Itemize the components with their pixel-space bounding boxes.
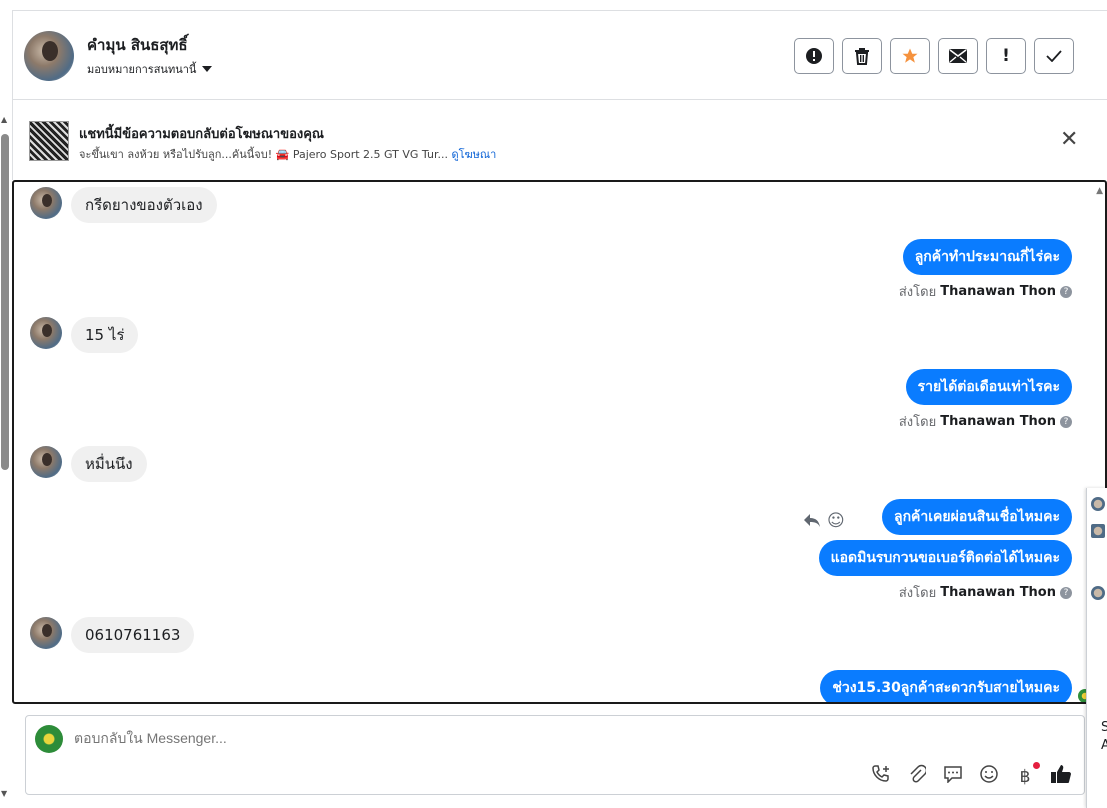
follow-up-button[interactable]: ! [986,38,1026,74]
checkmark-icon [1046,50,1062,62]
thumbs-up-icon[interactable] [1050,764,1072,789]
ad-description: จะขึ้นเขา ลงห้วย หรือไปรับลูก...คันนี้จบ… [79,148,448,161]
question-icon[interactable]: ? [1060,285,1072,298]
scroll-up-arrow-icon[interactable]: ▲ [1,116,7,124]
assign-label: มอบหมายการสนทนานี้ [87,63,197,76]
scrollbar-thumb[interactable] [1,134,9,470]
ad-thumbnail[interactable] [29,121,69,161]
outgoing-message[interactable]: รายได้ต่อเดือนเท่าไรคะ [905,369,1072,405]
emoji-icon[interactable] [978,764,1000,789]
sent-by-agent: Thanawan Thon [940,284,1056,299]
spam-button[interactable] [794,38,834,74]
alert-circle-icon [806,48,822,64]
conversation-header: คำมุน สินธสุทธิ์ มอบหมายการสนทนานี้ ! [12,11,1107,100]
outgoing-message[interactable]: ลูกค้าทำประมาณกี่ไร่คะ [902,239,1072,275]
mini-avatar[interactable] [1091,497,1105,511]
page-scrollbar[interactable]: ▲ ▼ [0,112,11,808]
assign-conversation-dropdown[interactable]: มอบหมายการสนทนานี้ [87,60,213,78]
sent-by-label: ส่งโดย Thanawan Thon ? [899,582,1072,603]
envelope-icon [949,49,967,63]
saved-reply-icon[interactable] [942,765,964,788]
ad-banner-subtitle: จะขึ้นเขา ลงห้วย หรือไปรับลูก...คันนี้จบ… [79,145,496,163]
payment-baht-icon[interactable]: ฿ [1014,761,1040,787]
sent-by-prefix: ส่งโดย [898,586,937,601]
incoming-message[interactable]: 0610761163 [71,617,195,653]
sent-by-label: ส่งโดย Thanawan Thon ? [899,281,1072,302]
call-plus-icon[interactable] [870,764,892,789]
page-avatar [35,725,63,753]
messenger-inbox-page: ▲ ▼ คำมุน สินธสุทธิ์ มอบหมายการสนทนานี้ [0,0,1107,808]
react-emoji-icon[interactable]: ☺ [827,511,845,531]
contact-name[interactable]: คำมุน สินธสุทธิ์ [87,33,188,57]
adjacent-panel-edge: S A [1086,488,1107,808]
contact-avatar[interactable] [24,31,74,81]
outgoing-message[interactable]: ช่วง15.30ลูกค้าสะดวกรับสายไหมคะ [820,670,1072,702]
panel-text-a: A [1101,738,1107,753]
mark-done-button[interactable] [1034,38,1074,74]
view-ad-link[interactable]: ดูโฆษณา [451,148,496,161]
question-icon[interactable]: ? [1060,415,1072,428]
incoming-message[interactable]: หมื่นนึง [71,446,147,482]
close-icon[interactable]: ✕ [1060,129,1078,151]
trash-icon [855,48,869,65]
sent-by-label: ส่งโดย Thanawan Thon ? [899,411,1072,432]
sent-by-prefix: ส่งโดย [898,415,937,430]
contact-avatar-small[interactable] [30,617,62,649]
ad-reply-banner: แชทนี้มีข้อความตอบกลับต่อโฆษณาของคุณ จะข… [12,101,1107,180]
scroll-down-arrow-icon[interactable]: ▼ [1,790,7,798]
outgoing-message[interactable]: ลูกค้าเคยผ่อนสินเชื่อไหมคะ [881,499,1072,535]
ad-banner-title: แชทนี้มีข้อความตอบกลับต่อโฆษณาของคุณ [79,127,324,142]
star-icon [902,48,918,63]
header-actions: ! [794,38,1074,74]
mini-avatar[interactable] [1091,586,1105,600]
exclamation-icon: ! [1002,46,1010,66]
mini-ad-thumb [1091,524,1105,538]
incoming-message[interactable]: 15 ไร่ [71,317,139,353]
thread-scroll-up-icon[interactable]: ▲ [1096,186,1103,196]
sent-by-prefix: ส่งโดย [898,285,937,300]
caret-down-icon [202,66,213,72]
message-thread[interactable]: ▲ กรีดยางของตัวเอง ลูกค้าทำประมาณกี่ไร่ค… [12,180,1107,704]
reply-composer: ฿ [25,715,1085,795]
delete-button[interactable] [842,38,882,74]
reply-icon[interactable] [803,512,821,533]
contact-avatar-small[interactable] [30,446,62,478]
outgoing-message[interactable]: แอดมินรบกวนขอเบอร์ติดต่อได้ไหมคะ [818,540,1072,576]
sent-by-agent: Thanawan Thon [940,585,1056,600]
paperclip-icon[interactable] [906,764,928,789]
sent-by-agent: Thanawan Thon [940,414,1056,429]
contact-avatar-small[interactable] [30,317,62,349]
reply-input[interactable] [74,730,774,746]
incoming-message[interactable]: กรีดยางของตัวเอง [71,187,217,223]
composer-toolbar: ฿ [870,761,1072,789]
contact-avatar-small[interactable] [30,187,62,219]
question-icon[interactable]: ? [1060,586,1072,599]
star-button[interactable] [890,38,930,74]
panel-text-s: S [1101,720,1107,735]
notification-dot [1033,761,1040,769]
mark-unread-button[interactable] [938,38,978,74]
